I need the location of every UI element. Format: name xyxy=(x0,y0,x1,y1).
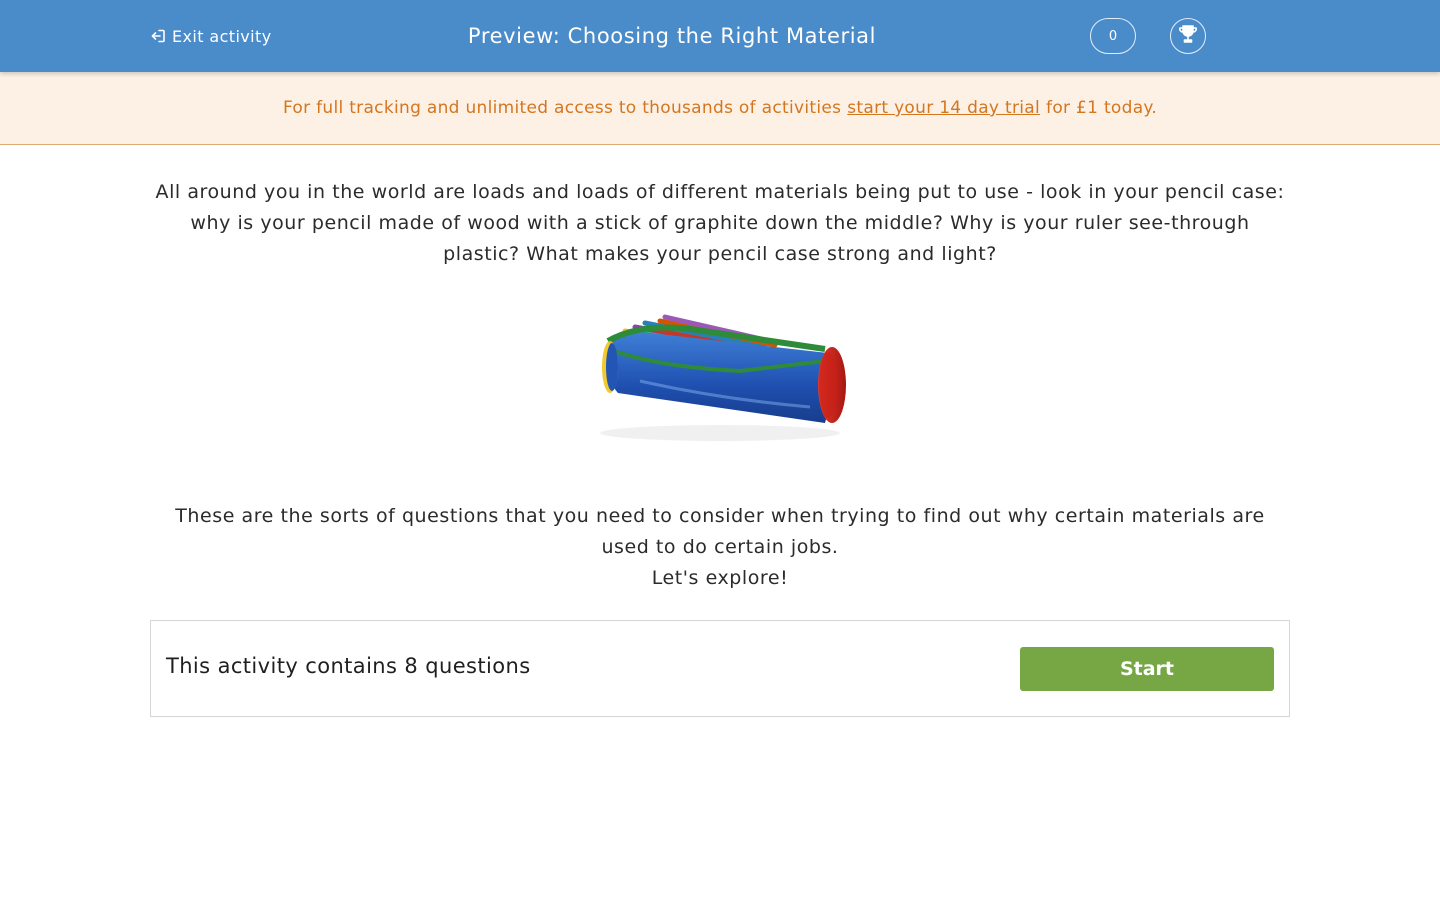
exit-activity-button[interactable]: Exit activity xyxy=(150,24,272,48)
page-title: Preview: Choosing the Right Material xyxy=(467,24,877,48)
intro-paragraph: All around you in the world are loads an… xyxy=(155,181,1285,265)
activity-summary-box: This activity contains 8 questions Start xyxy=(150,620,1290,717)
outro-text: These are the sorts of questions that yo… xyxy=(150,501,1290,594)
pencil-case-image xyxy=(570,271,870,471)
outro-line-1: These are the sorts of questions that yo… xyxy=(175,505,1265,558)
exit-icon xyxy=(150,28,166,44)
trophy-icon xyxy=(1177,23,1199,49)
banner-text-before: For full tracking and unlimited access t… xyxy=(282,98,842,118)
trial-banner: For full tracking and unlimited access t… xyxy=(0,72,1440,145)
start-button[interactable]: Start xyxy=(1020,647,1274,691)
exit-activity-label: Exit activity xyxy=(172,26,272,46)
top-bar: Exit activity Preview: Choosing the Righ… xyxy=(0,0,1440,72)
start-trial-link[interactable]: start your 14 day trial xyxy=(847,98,1040,118)
question-count: This activity contains 8 questions xyxy=(166,654,531,678)
score-badge: 0 xyxy=(1090,18,1136,54)
outro-line-2: Let's explore! xyxy=(651,567,789,589)
banner-text-after: for £1 today. xyxy=(1046,98,1158,118)
trophy-button[interactable] xyxy=(1170,18,1206,54)
